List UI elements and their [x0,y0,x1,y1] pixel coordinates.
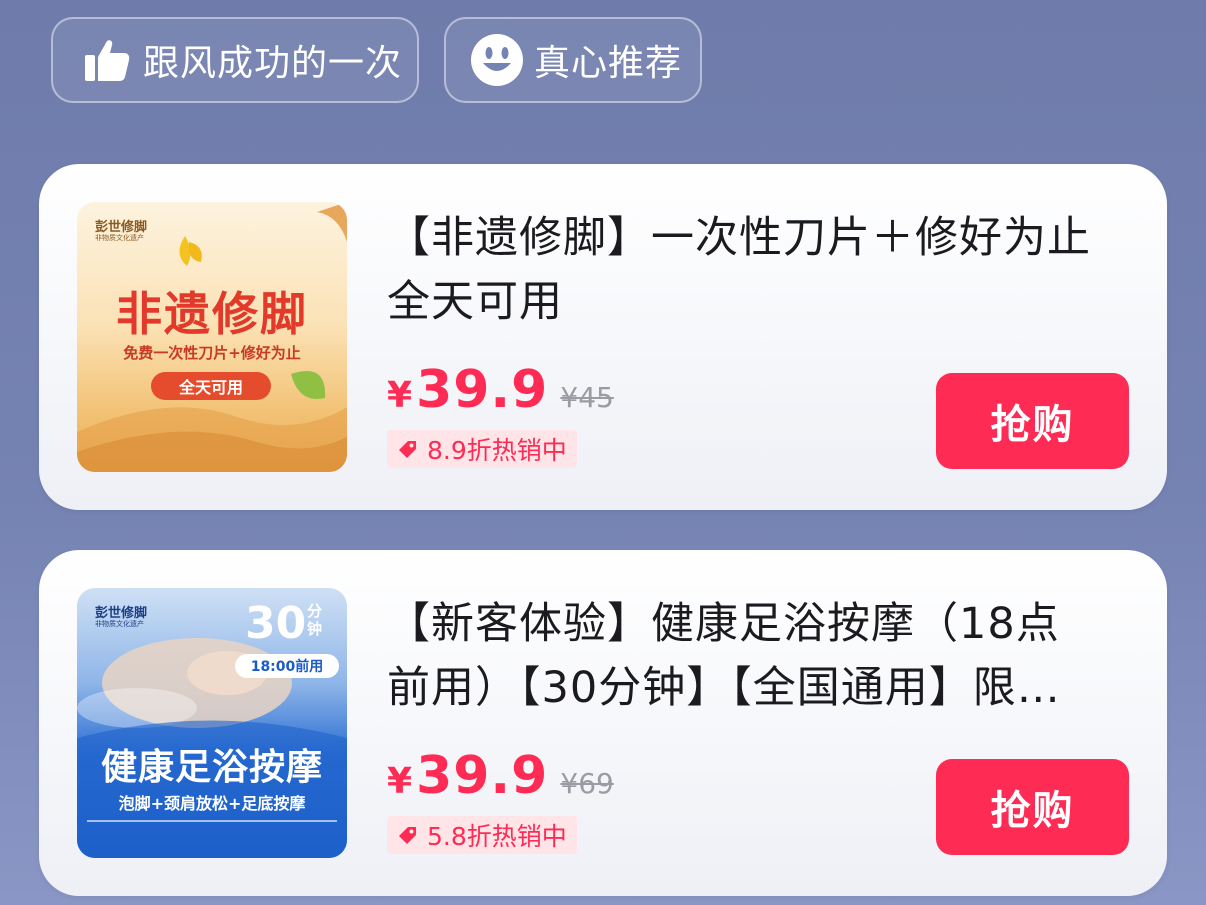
buy-button[interactable]: 抢购 [936,759,1129,855]
currency-symbol: ¥ [387,375,413,416]
tag-label: 真心推荐 [534,43,683,84]
discount-label: 8.9折热销中 [427,436,567,465]
price-tag-icon [399,827,416,844]
product-thumbnail[interactable]: 彭世修脚 非物质文化遗产 非遗修脚 免费一次性刀片+修好为止 全天可用 [77,202,347,472]
price-tag-icon [399,441,416,458]
product-card[interactable]: 彭世修脚 非物质文化遗产 30 分钟 18:00前用 健康足浴按摩 泡脚+颈肩放… [39,550,1167,896]
buy-button[interactable]: 抢购 [936,373,1129,469]
product-title[interactable]: 【非遗修脚】一次性刀片＋修好为止 全天可用 [387,206,1097,334]
smile-face-icon [470,33,524,87]
discount-label: 5.8折热销中 [427,822,567,851]
duration-unit: 分钟 [307,602,323,638]
tag-pill-follow-success[interactable]: 跟风成功的一次 [51,17,419,103]
product-thumbnail[interactable]: 彭世修脚 非物质文化遗产 30 分钟 18:00前用 健康足浴按摩 泡脚+颈肩放… [77,588,347,858]
currency-symbol: ¥ [387,761,413,802]
tag-label: 跟风成功的一次 [143,43,403,84]
time-badge: 18:00前用 [235,654,339,678]
divider [87,820,337,822]
brand-subtitle: 非物质文化遗产 [95,234,144,242]
thumbs-up-icon [79,33,133,87]
discount-badge: 5.8折热销中 [387,816,577,854]
sale-price: 39.9 [416,360,549,420]
duration-number: 30 [245,598,307,649]
brand-subtitle: 非物质文化遗产 [95,620,144,628]
tag-pill-recommend[interactable]: 真心推荐 [444,17,702,103]
original-price: ¥69 [560,767,614,800]
thumbnail-subline: 免费一次性刀片+修好为止 [123,344,301,362]
price-row: ¥ 39.9 ¥45 [387,360,614,420]
thumbnail-badge: 全天可用 [151,372,271,400]
thumbnail-headline: 健康足浴按摩 [100,747,323,788]
thumbnail-subline: 泡脚+颈肩放松+足底按摩 [118,794,306,813]
original-price: ¥45 [560,381,614,414]
thumbnail-headline: 非遗修脚 [116,287,308,341]
discount-badge: 8.9折热销中 [387,430,577,468]
product-card[interactable]: 彭世修脚 非物质文化遗产 非遗修脚 免费一次性刀片+修好为止 全天可用 【非遗修… [39,164,1167,510]
sale-price: 39.9 [416,746,549,806]
price-row: ¥ 39.9 ¥69 [387,746,614,806]
product-title[interactable]: 【新客体验】健康足浴按摩（18点前用）【30分钟】【全国通用】限… [387,592,1097,720]
